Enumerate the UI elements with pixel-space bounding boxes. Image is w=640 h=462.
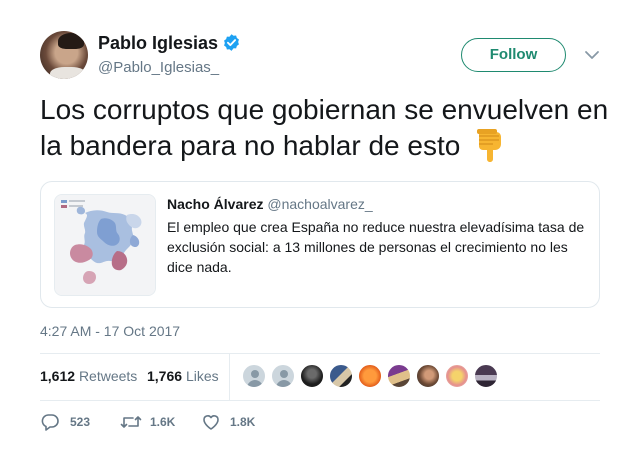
quoted-author-name: Nacho Álvarez	[167, 196, 264, 212]
liker-avatar[interactable]	[300, 364, 324, 388]
liker-avatar[interactable]	[329, 364, 353, 388]
tweet-text: Los corruptos que gobiernan se envuelven…	[40, 94, 609, 161]
liker-avatar[interactable]	[271, 364, 295, 388]
divider-bottom	[40, 400, 600, 401]
quoted-tweet-text: El empleo que crea España no reduce nues…	[167, 219, 585, 275]
tweet-stats: 1,612 Retweets 1,766 Likes	[40, 354, 600, 400]
retweets-label: Retweets	[78, 368, 138, 384]
tweet-card: Pablo Iglesias @Pablo_Iglesias_ Follow L…	[0, 0, 640, 462]
likes-stat[interactable]: 1,766 Likes	[147, 368, 219, 384]
reply-count: 523	[70, 415, 91, 429]
tweet-actions: 523 1.6K 1.8K	[40, 411, 600, 435]
liker-avatar[interactable]	[416, 364, 440, 388]
author-avatar[interactable]	[40, 31, 88, 79]
default-avatar-icon	[247, 370, 263, 387]
reply-icon	[41, 414, 59, 431]
liker-avatar[interactable]	[474, 364, 498, 388]
quoted-author-handle: @nachoalvarez_	[267, 196, 373, 212]
liker-avatar[interactable]	[445, 364, 469, 388]
map-image-icon	[55, 195, 155, 295]
retweet-count: 1.6K	[150, 415, 176, 429]
europe-map-thumbnail	[54, 194, 156, 296]
retweets-count: 1,612	[40, 368, 76, 384]
quoted-author: Nacho Álvarez @nachoalvarez_	[167, 196, 373, 212]
tweet-body: Los corruptos que gobiernan se envuelven…	[40, 92, 620, 164]
avatar-hair-shape	[58, 33, 84, 49]
likes-count: 1,766	[147, 368, 183, 384]
tweet-timestamp[interactable]: 4:27 AM - 17 Oct 2017	[40, 323, 180, 339]
retweets-stat[interactable]: 1,612 Retweets	[40, 368, 137, 384]
avatar-shirt-shape	[50, 67, 86, 79]
verified-badge-icon	[224, 34, 239, 51]
like-count: 1.8K	[230, 415, 256, 429]
chevron-down-icon[interactable]	[584, 48, 600, 62]
follow-button[interactable]: Follow	[461, 38, 566, 72]
heart-icon	[203, 415, 219, 430]
liker-avatar[interactable]	[242, 364, 266, 388]
liker-avatar[interactable]	[387, 364, 411, 388]
retweet-icon	[120, 416, 142, 428]
likes-label: Likes	[185, 368, 219, 384]
default-avatar-icon	[276, 370, 292, 387]
pointing-down-hand-emoji-icon	[477, 129, 502, 162]
like-action[interactable]: 1.8K	[201, 411, 271, 433]
retweet-action[interactable]: 1.6K	[120, 411, 190, 433]
author-handle[interactable]: @Pablo_Iglesias_	[98, 59, 219, 76]
author-name[interactable]: Pablo Iglesias	[98, 33, 218, 54]
liker-avatar[interactable]	[358, 364, 382, 388]
reply-action[interactable]: 523	[40, 411, 100, 433]
stats-separator	[229, 354, 230, 400]
quoted-tweet-card[interactable]: Nacho Álvarez @nachoalvarez_ El empleo q…	[40, 181, 600, 308]
